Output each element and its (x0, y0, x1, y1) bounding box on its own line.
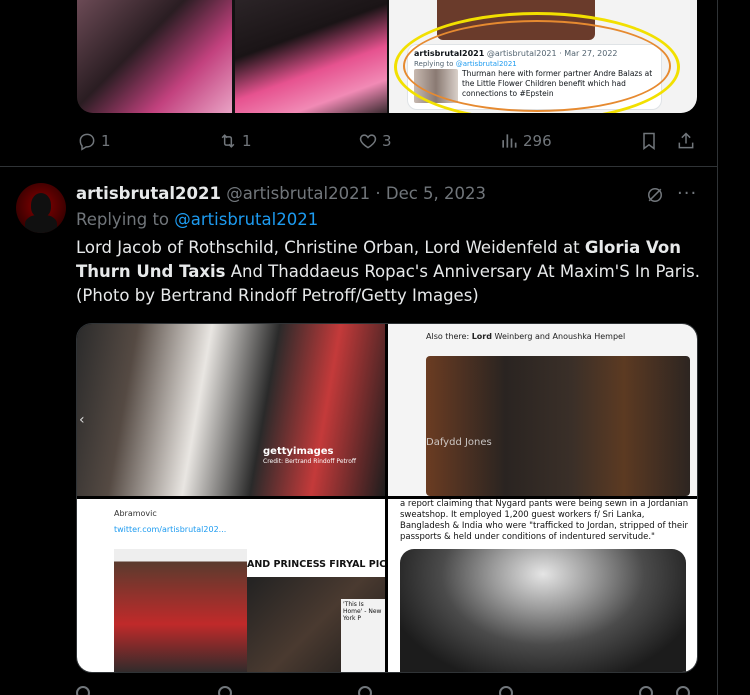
screenshot-news-card: 'This Is Home' - New York P (341, 599, 385, 672)
getty-watermark: gettyimages (263, 446, 334, 457)
heart-icon[interactable] (358, 686, 372, 695)
repost-icon[interactable] (218, 686, 232, 695)
embedded-photo (400, 549, 686, 672)
replying-prefix: Replying to (76, 210, 170, 229)
embedded-photo (114, 549, 247, 672)
media-photo-1[interactable]: ‹ gettyimages Credit: Bertrand Rindoff P… (77, 324, 385, 496)
reply-count: 1 (101, 132, 111, 150)
reply-icon (79, 133, 95, 151)
views-icon (502, 134, 517, 148)
screenshot-text: Abramovic (114, 509, 157, 518)
repost-icon (221, 134, 235, 148)
reply-icon[interactable] (76, 686, 90, 695)
tweet-date[interactable]: Dec 5, 2023 (386, 184, 486, 203)
like-count: 3 (382, 132, 392, 150)
avatar-silhouette-head (31, 193, 51, 217)
reply-button[interactable]: 1 (77, 129, 111, 153)
avatar[interactable] (16, 183, 66, 233)
photo-credit: Credit: Bertrand Rindoff Petroff (263, 458, 357, 465)
tweet-text: Lord Jacob of Rothschild, Christine Orba… (76, 236, 706, 308)
also-there-caption: Also there: Lord Weinberg and Anoushka H… (426, 332, 626, 341)
views-button[interactable]: 296 (499, 129, 552, 153)
tweet-separator (0, 166, 717, 167)
media-photo-3[interactable]: Abramovic twitter.com/artisbrutal202... … (77, 499, 385, 672)
bookmark-icon (643, 132, 655, 150)
repost-button[interactable]: 1 (218, 129, 252, 153)
screenshot-link: twitter.com/artisbrutal202... (114, 525, 227, 534)
previous-tweet-media[interactable]: artisbrutal2021 @artisbrutal2021 · Mar 2… (77, 0, 697, 113)
replying-to-handle[interactable]: @artisbrutal2021 (174, 210, 318, 229)
tweet-actions-cropped (76, 686, 696, 695)
share-icon[interactable] (676, 686, 690, 695)
media-photo-4[interactable]: a report claiming that Nygard pants were… (388, 499, 697, 672)
repost-count: 1 (242, 132, 252, 150)
share-button[interactable] (676, 129, 696, 153)
replying-to-line: Replying to @artisbrutal2021 (76, 210, 318, 229)
handle[interactable]: @artisbrutal2021 (226, 184, 370, 203)
media-photo-2[interactable]: Also there: Lord Weinberg and Anoushka H… (388, 324, 697, 496)
media-screenshot[interactable]: artisbrutal2021 @artisbrutal2021 · Mar 2… (389, 0, 697, 113)
orange-highlight-circle (403, 20, 671, 112)
grok-icon[interactable] (645, 185, 665, 205)
separator-dot: · (375, 184, 381, 203)
column-border (717, 0, 718, 695)
screenshot-text: a report claiming that Nygard pants were… (400, 499, 689, 542)
media-photo[interactable] (235, 0, 387, 113)
bookmark-icon[interactable] (639, 686, 653, 695)
heart-icon (359, 134, 377, 149)
tweet-header: artisbrutal2021 @artisbrutal2021 · Dec 5… (76, 184, 486, 203)
share-icon (678, 132, 694, 149)
tweet-text-part1: Lord Jacob of Rothschild, Christine Orba… (76, 238, 585, 257)
display-name[interactable]: artisbrutal2021 (76, 184, 221, 203)
embedded-photo (426, 356, 690, 496)
photographer-tag: Dafydd Jones (426, 437, 492, 448)
bookmark-button[interactable] (639, 129, 659, 153)
screenshot-title: AND PRINCESS FIRYAL PICTURE (247, 559, 385, 570)
more-options-icon[interactable]: ··· (677, 183, 697, 204)
views-count: 296 (523, 132, 552, 150)
avatar-silhouette-body (25, 215, 57, 233)
like-button[interactable]: 3 (358, 129, 392, 153)
tweet-media-grid: ‹ gettyimages Credit: Bertrand Rindoff P… (76, 323, 698, 673)
views-icon[interactable] (499, 686, 513, 695)
chevron-left-icon: ‹ (79, 412, 85, 428)
media-photo[interactable] (77, 0, 232, 113)
previous-tweet-actions: 1 1 3 296 (0, 129, 717, 153)
